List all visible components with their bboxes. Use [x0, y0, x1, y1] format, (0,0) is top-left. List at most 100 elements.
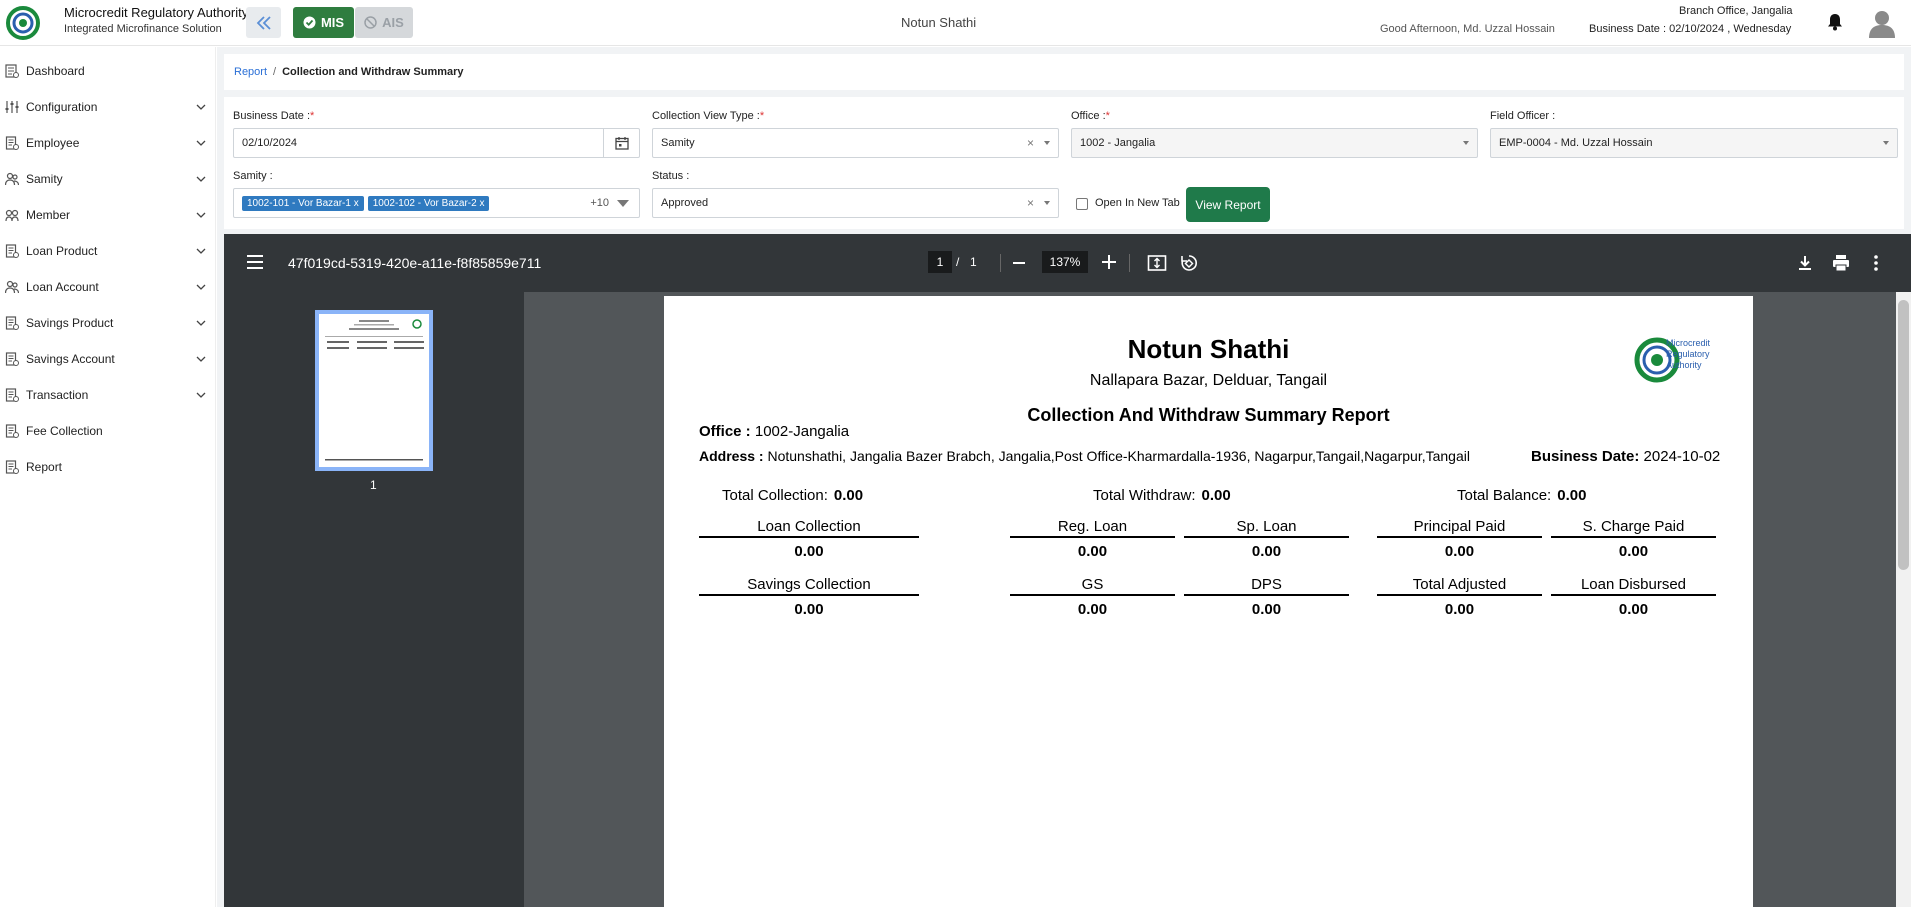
zoom-level-input[interactable]: 137%: [1042, 251, 1088, 273]
document-icon: [5, 136, 19, 150]
dashboard-icon: [5, 64, 19, 78]
group-icon: [5, 280, 19, 294]
pdf-file-name: 47f019cd-5319-420e-a11e-f8f85859e711: [288, 255, 542, 271]
rotate-icon[interactable]: [1179, 253, 1199, 273]
breadcrumb-separator: /: [273, 66, 277, 78]
total-pages: 1: [970, 255, 977, 269]
sidebar-item-label: Transaction: [26, 388, 89, 402]
report-page: Notun Shathi Nallapara Bazar, Delduar, T…: [664, 296, 1753, 907]
metric-gs: GS 0.00: [1010, 576, 1175, 618]
samity-tag[interactable]: 1002-101 - Vor Bazar-1 x: [242, 195, 364, 211]
metric-loan-collection: Loan Collection 0.00: [699, 518, 919, 560]
clear-icon[interactable]: ×: [1027, 136, 1034, 150]
brand-subtitle: Integrated Microfinance Solution: [64, 23, 222, 35]
double-chevron-left-icon: [256, 15, 271, 30]
page-number-input[interactable]: 1: [928, 251, 952, 273]
sidebar-item-member[interactable]: Member: [0, 197, 216, 233]
clear-icon[interactable]: ×: [1027, 196, 1034, 210]
field-officer-label: Field Officer :: [1490, 110, 1556, 122]
notification-bell-icon[interactable]: [1827, 13, 1843, 31]
members-icon: [5, 209, 19, 222]
status-select[interactable]: Approved ×: [652, 188, 1059, 218]
samity-tag[interactable]: 1002-102 - Vor Bazar-2 x: [367, 195, 490, 211]
total-collection: Total Collection: 0.00: [722, 487, 864, 504]
more-samity-count[interactable]: +10: [590, 197, 609, 209]
breadcrumb-current: Collection and Withdraw Summary: [282, 66, 464, 78]
mra-logo[interactable]: [6, 4, 58, 42]
chevron-down-icon: [196, 248, 206, 254]
sidebar-item-transaction[interactable]: Transaction: [0, 377, 216, 413]
open-new-tab-label[interactable]: Open In New Tab: [1095, 197, 1180, 209]
open-new-tab-checkbox[interactable]: [1076, 198, 1088, 210]
sidebar-item-label: Savings Account: [26, 352, 115, 366]
office-label: Office :*: [1071, 110, 1110, 122]
office-select[interactable]: 1002 - Jangalia: [1071, 128, 1478, 158]
sidebar-item-savings-product[interactable]: Savings Product: [0, 305, 216, 341]
sidebar-item-fee-collection[interactable]: Fee Collection: [0, 413, 216, 449]
sidebar-item-samity[interactable]: Samity: [0, 161, 216, 197]
metric-loan-disbursed: Loan Disbursed 0.00: [1551, 576, 1716, 618]
ais-label: AIS: [382, 15, 404, 30]
breadcrumb-report-link[interactable]: Report: [234, 66, 267, 78]
document-icon: [5, 352, 19, 366]
check-circle-icon: [303, 16, 316, 29]
toolbar-divider: [1000, 254, 1001, 272]
ais-toggle-button[interactable]: AIS: [355, 7, 413, 38]
calendar-icon: [614, 137, 629, 150]
sidebar-item-dashboard[interactable]: Dashboard: [0, 53, 216, 89]
sidebar-item-configuration[interactable]: Configuration: [0, 89, 216, 125]
chevron-down-icon: [196, 356, 206, 362]
metric-total-adjusted: Total Adjusted 0.00: [1377, 576, 1542, 618]
zoom-out-icon[interactable]: [1013, 262, 1025, 264]
zoom-in-icon[interactable]: [1102, 255, 1116, 269]
collection-view-type-select[interactable]: Samity ×: [652, 128, 1059, 158]
collection-view-type-value: Samity: [661, 137, 695, 149]
document-icon: [5, 316, 19, 330]
chevron-down-icon: [196, 392, 206, 398]
sidebar-item-report[interactable]: Report: [0, 449, 216, 485]
chevron-down-icon: [617, 200, 629, 207]
calendar-button[interactable]: [603, 129, 639, 157]
office-value: 1002 - Jangalia: [1080, 137, 1156, 149]
metric-s-charge-paid: S. Charge Paid 0.00: [1551, 518, 1716, 560]
mis-toggle-button[interactable]: MIS: [293, 7, 354, 38]
sidebar-item-loan-account[interactable]: Loan Account: [0, 269, 216, 305]
total-withdraw: Total Withdraw: 0.00: [1093, 487, 1231, 504]
chevron-down-icon: [1044, 201, 1050, 205]
field-officer-select[interactable]: EMP-0004 - Md. Uzzal Hossain: [1490, 128, 1898, 158]
business-date-input[interactable]: 02/10/2024: [233, 128, 640, 158]
sidebar: Dashboard Configuration Employee Samity Memb…: [0, 47, 216, 907]
sidebar-item-employee[interactable]: Employee: [0, 125, 216, 161]
toolbar-divider: [1129, 254, 1130, 272]
page-thumbnail[interactable]: [315, 310, 433, 471]
user-avatar[interactable]: [1867, 8, 1897, 38]
sidebar-item-label: Samity: [26, 172, 63, 186]
sidebar-item-loan-product[interactable]: Loan Product: [0, 233, 216, 269]
logo-text-line: Regulatory: [1666, 349, 1710, 359]
chevron-down-icon: [196, 176, 206, 182]
more-options-icon[interactable]: [1866, 253, 1886, 273]
business-date-value: 02/10/2024: [242, 137, 298, 149]
sidebar-item-label: Configuration: [26, 100, 98, 114]
view-report-button[interactable]: View Report: [1186, 187, 1270, 222]
sidebar-item-label: Report: [26, 460, 63, 474]
logo-text-line: Microcredit: [1666, 338, 1711, 348]
collapse-sidebar-button[interactable]: [246, 7, 281, 38]
print-icon[interactable]: [1831, 253, 1851, 273]
sidebar-item-label: Member: [26, 208, 71, 222]
samity-multiselect[interactable]: 1002-101 - Vor Bazar-1 x 1002-102 - Vor …: [233, 188, 640, 218]
top-header: Microcredit Regulatory Authority Integra…: [0, 0, 1911, 46]
scrollbar-thumb[interactable]: [1898, 300, 1909, 570]
document-icon: [5, 460, 19, 474]
sidebar-item-label: Savings Product: [26, 316, 114, 330]
download-icon[interactable]: [1795, 253, 1815, 273]
sidebar-item-label: Employee: [26, 136, 80, 150]
sidebar-item-savings-account[interactable]: Savings Account: [0, 341, 216, 377]
ban-icon: [364, 16, 377, 29]
report-business-date: Business Date: 2024-10-02: [1531, 448, 1721, 465]
report-org-name: Notun Shathi: [1127, 334, 1290, 364]
fit-page-icon[interactable]: [1147, 253, 1167, 273]
mis-label: MIS: [320, 15, 345, 30]
chevron-down-icon: [1883, 141, 1889, 145]
menu-icon[interactable]: [246, 254, 264, 270]
